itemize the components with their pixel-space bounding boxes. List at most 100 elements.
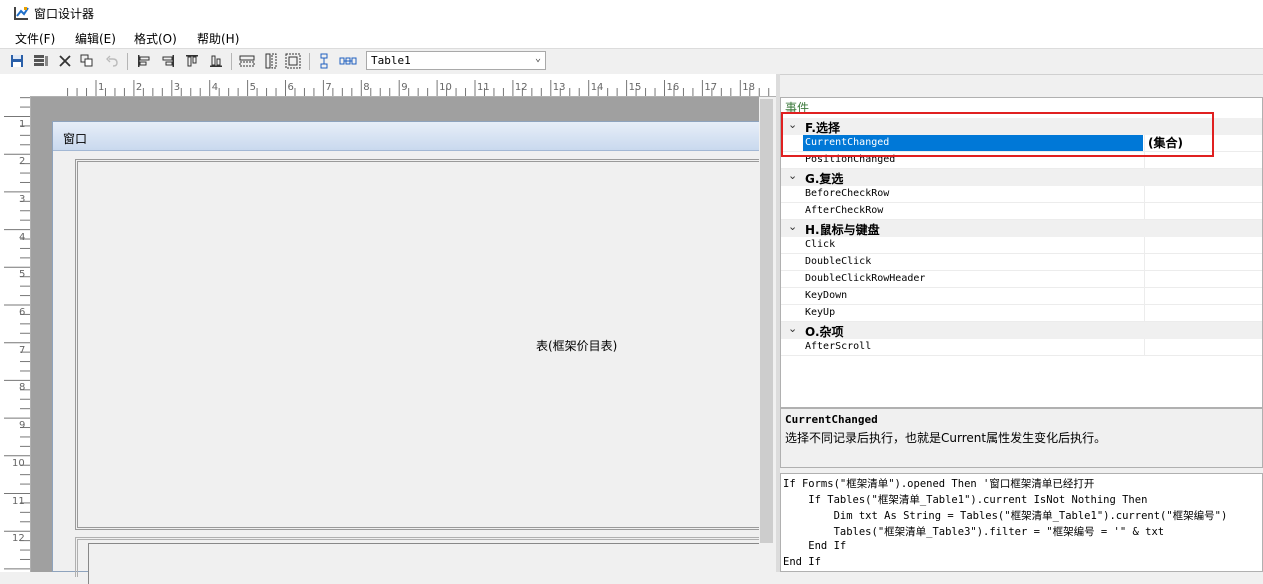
canvas-scrollbar[interactable] <box>759 97 774 572</box>
event-value[interactable] <box>1144 186 1262 202</box>
event-category[interactable]: ⌄ G.复选 <box>781 169 1262 186</box>
ruler-label: 11 <box>477 82 490 93</box>
ruler-label: 9 <box>401 82 408 93</box>
table-select[interactable]: Table1 ⌄ <box>366 51 546 70</box>
form-title-bar[interactable]: 窗口 <box>53 122 759 151</box>
same-height-icon[interactable] <box>262 52 280 70</box>
ruler-label: 16 <box>666 82 680 93</box>
chevron-down-icon[interactable]: ⌄ <box>788 169 797 182</box>
menu-bar: 文件(F) 编辑(E) 格式(O) 帮助(H) <box>0 26 1263 49</box>
horizontal-spacing-icon[interactable] <box>339 52 357 70</box>
ruler-label: 4 <box>19 231 26 243</box>
scrollbar-thumb[interactable] <box>760 99 773 543</box>
ruler-label: 8 <box>19 382 26 394</box>
ruler-label: 10 <box>439 82 452 93</box>
ruler-label: 1 <box>19 118 26 130</box>
description-text: 选择不同记录后执行，也就是Current属性发生变化后执行。 <box>785 431 1107 445</box>
description-pane: CurrentChanged 选择不同记录后执行，也就是Current属性发生变… <box>780 408 1263 468</box>
toolbar-separator <box>127 53 128 70</box>
ruler-label: 4 <box>211 82 219 93</box>
undo-icon[interactable] <box>103 52 121 70</box>
ruler-label: 8 <box>363 82 370 93</box>
form-title: 窗口 <box>63 132 88 146</box>
save-all-icon[interactable] <box>32 52 50 70</box>
event-value[interactable] <box>1144 271 1262 287</box>
ruler-label: 1 <box>98 82 105 93</box>
event-value[interactable] <box>1144 203 1262 219</box>
chevron-down-icon: ⌄ <box>534 53 541 64</box>
event-row[interactable]: AfterScroll <box>781 339 1262 356</box>
code-line: Tables("框架清单_Table3").filter = "框架编号 = '… <box>783 526 1165 538</box>
horizontal-ruler: 1234567891011121314151617181920212223242… <box>0 74 778 97</box>
event-row[interactable]: Click <box>781 237 1262 254</box>
event-name[interactable]: KeyDown <box>803 288 1143 304</box>
toolbar-separator <box>231 53 232 70</box>
ruler-label: 3 <box>173 82 181 93</box>
vertical-spacing-icon[interactable] <box>315 52 333 70</box>
event-row[interactable]: DoubleClick <box>781 254 1262 271</box>
event-name[interactable]: BeforeCheckRow <box>803 186 1143 202</box>
code-line: Dim txt As String = Tables("框架清单_Table1"… <box>783 510 1228 522</box>
event-name[interactable]: DoubleClick <box>803 254 1143 270</box>
ruler-label: 2 <box>135 82 143 93</box>
save-icon[interactable] <box>8 52 26 70</box>
menu-edit[interactable]: 编辑(E) <box>75 30 116 47</box>
event-value[interactable] <box>1144 254 1262 270</box>
event-name[interactable]: DoubleClickRowHeader <box>803 271 1143 287</box>
code-line: End If <box>783 540 847 552</box>
code-line: If Forms("框架清单").opened Then '窗口框架清单已经打开 <box>783 478 1095 490</box>
ruler-label: 18 <box>742 82 756 93</box>
event-category-label: O.杂项 <box>805 325 844 339</box>
event-row[interactable]: DoubleClickRowHeader <box>781 271 1262 288</box>
align-top-icon[interactable] <box>183 52 201 70</box>
chevron-down-icon[interactable]: ⌄ <box>788 220 797 233</box>
toolbar-separator <box>309 53 310 70</box>
align-right-icon[interactable] <box>159 52 177 70</box>
highlight-annotation <box>781 112 1214 157</box>
code-editor[interactable]: If Forms("框架清单").opened Then '窗口框架清单已经打开… <box>780 473 1263 572</box>
align-left-icon[interactable] <box>135 52 153 70</box>
event-category[interactable]: ⌄ H.鼠标与键盘 <box>781 220 1262 237</box>
second-control[interactable] <box>75 537 769 584</box>
ruler-label: 9 <box>19 420 26 432</box>
event-name[interactable]: Click <box>803 237 1143 253</box>
vertical-ruler: 1 2 3 4 5 6 7 8 9 10 11 12 <box>0 96 31 572</box>
ruler-label: 7 <box>325 82 332 93</box>
same-size-icon[interactable] <box>284 52 302 70</box>
menu-file[interactable]: 文件(F) <box>15 30 55 47</box>
table-control[interactable]: 表(框架价目表) <box>75 159 759 530</box>
event-row[interactable]: KeyUp <box>781 305 1262 322</box>
align-bottom-icon[interactable] <box>207 52 225 70</box>
event-row[interactable]: AfterCheckRow <box>781 203 1262 220</box>
event-category[interactable]: ⌄ O.杂项 <box>781 322 1262 339</box>
code-line: End If <box>783 556 821 568</box>
copy-icon[interactable] <box>78 52 96 70</box>
event-value[interactable] <box>1144 288 1262 304</box>
form-window[interactable]: 窗口 表(框架价目表) <box>52 121 769 584</box>
menu-help[interactable]: 帮助(H) <box>197 30 239 47</box>
event-value[interactable] <box>1144 339 1262 355</box>
chevron-down-icon[interactable]: ⌄ <box>788 322 797 335</box>
event-value[interactable] <box>1144 305 1262 321</box>
ruler-label: 5 <box>19 269 26 281</box>
app-icon <box>14 7 29 20</box>
ruler-label: 3 <box>19 193 26 205</box>
event-value[interactable] <box>1144 237 1262 253</box>
event-row[interactable]: BeforeCheckRow <box>781 186 1262 203</box>
code-line: If Tables("框架清单_Table1").current IsNot N… <box>783 494 1148 506</box>
second-control-inner <box>88 543 769 584</box>
delete-icon[interactable] <box>56 52 74 70</box>
event-name[interactable]: AfterScroll <box>803 339 1143 355</box>
event-category-label: G.复选 <box>805 172 844 186</box>
ruler-label: 17 <box>704 82 718 93</box>
menu-format[interactable]: 格式(O) <box>134 30 177 47</box>
ruler-label: 15 <box>628 82 642 93</box>
event-name[interactable]: KeyUp <box>803 305 1143 321</box>
ruler-label: 11 <box>12 495 25 507</box>
table-control-label: 表(框架价目表) <box>536 339 618 353</box>
same-width-icon[interactable] <box>238 52 256 70</box>
ruler-label: 2 <box>19 156 26 168</box>
event-name[interactable]: AfterCheckRow <box>803 203 1143 219</box>
horizontal-ruler-ticks <box>67 80 770 96</box>
event-row[interactable]: KeyDown <box>781 288 1262 305</box>
